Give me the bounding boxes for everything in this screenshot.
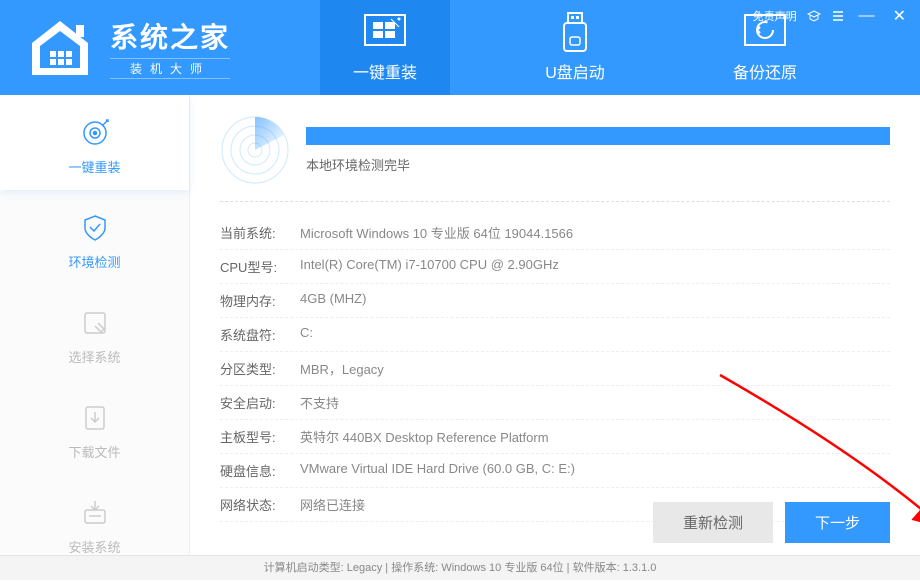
logo-house-icon (20, 13, 100, 83)
windows-icon (340, 11, 430, 53)
progress-bar (306, 127, 890, 145)
scan-header: 本地环境检测完毕 (220, 115, 890, 202)
sidebar: 一键重装 环境检测 选择系统 下载文件 安装系统 (0, 95, 190, 555)
select-icon (0, 305, 189, 341)
minimize-button[interactable]: — (855, 7, 879, 25)
logo-area: 系统之家 装机大师 (0, 0, 300, 95)
menu-icon[interactable] (831, 9, 845, 23)
info-row-secureboot: 安全启动:不支持 (220, 386, 890, 420)
tab-reinstall[interactable]: 一键重装 (320, 0, 450, 95)
sidebar-item-env-check[interactable]: 环境检测 (0, 190, 189, 285)
info-row-cpu: CPU型号:Intel(R) Core(TM) i7-10700 CPU @ 2… (220, 250, 890, 284)
sidebar-item-select-system[interactable]: 选择系统 (0, 285, 189, 380)
info-row-memory: 物理内存:4GB (MHZ) (220, 284, 890, 318)
target-icon (0, 115, 189, 151)
scan-status-text: 本地环境检测完毕 (306, 155, 890, 174)
recheck-button[interactable]: 重新检测 (653, 502, 773, 543)
logo-subtitle: 装机大师 (110, 58, 230, 79)
info-row-drive: 系统盘符:C: (220, 318, 890, 352)
sidebar-item-download[interactable]: 下载文件 (0, 380, 189, 475)
info-row-partition: 分区类型:MBR，Legacy (220, 352, 890, 386)
sidebar-item-reinstall[interactable]: 一键重装 (0, 95, 189, 190)
system-info-list: 当前系统:Microsoft Windows 10 专业版 64位 19044.… (220, 216, 890, 522)
graduation-icon[interactable] (807, 9, 821, 23)
app-header: 系统之家 装机大师 一键重装 U盘启动 备份还原 免责声明 — ✕ (0, 0, 920, 95)
radar-icon (220, 115, 290, 185)
info-row-os: 当前系统:Microsoft Windows 10 专业版 64位 19044.… (220, 216, 890, 250)
next-button[interactable]: 下一步 (785, 502, 890, 543)
content-area: 本地环境检测完毕 当前系统:Microsoft Windows 10 专业版 6… (190, 95, 920, 555)
disclaimer-link[interactable]: 免责声明 (753, 8, 797, 24)
shield-check-icon (0, 210, 189, 246)
usb-icon (530, 11, 620, 53)
window-controls: 免责声明 — ✕ (753, 6, 910, 26)
install-icon (0, 495, 189, 531)
tab-usb-boot[interactable]: U盘启动 (510, 0, 640, 95)
logo-title: 系统之家 (110, 16, 230, 56)
info-row-motherboard: 主板型号:英特尔 440BX Desktop Reference Platfor… (220, 420, 890, 454)
action-buttons: 重新检测 下一步 (653, 502, 890, 543)
download-icon (0, 400, 189, 436)
close-button[interactable]: ✕ (889, 6, 910, 26)
sidebar-item-install[interactable]: 安装系统 (0, 475, 189, 570)
info-row-disk: 硬盘信息:VMware Virtual IDE Hard Drive (60.0… (220, 454, 890, 488)
